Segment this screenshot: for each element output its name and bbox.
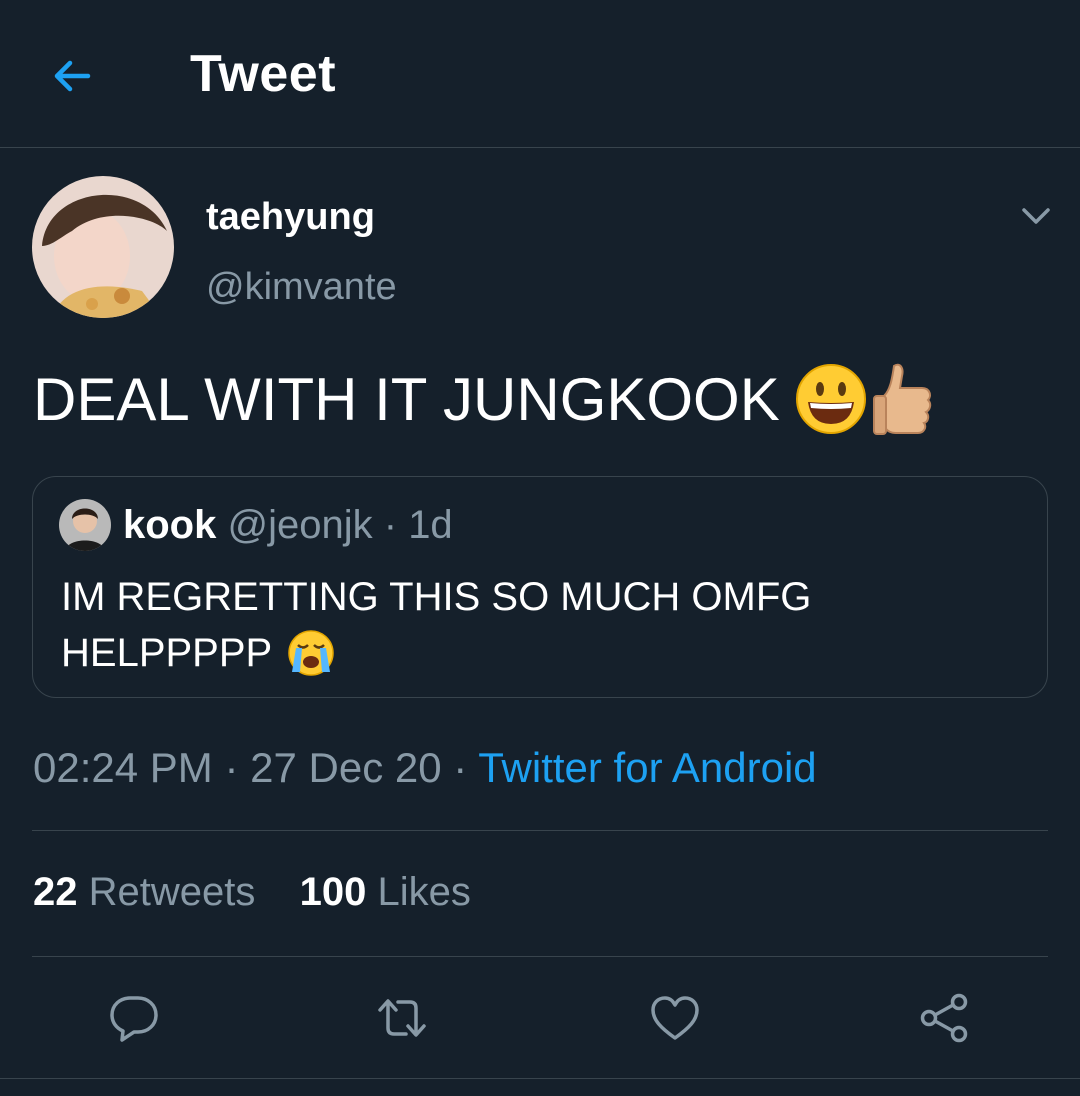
likes-stat[interactable]: 100 Likes	[300, 870, 471, 914]
retweet-icon[interactable]	[374, 990, 430, 1046]
quoted-author-handle: @jeonjk	[227, 503, 373, 547]
loudly-crying-face-emoji	[288, 630, 334, 676]
quoted-author-name: kook	[123, 503, 217, 547]
tweet-text: DEAL WITH IT JUNGKOOK	[33, 360, 936, 438]
likes-count: 100	[299, 870, 367, 914]
quoted-tweet-header: kook @jeonjk · 1d	[123, 503, 453, 548]
like-icon[interactable]	[647, 990, 703, 1046]
author-handle[interactable]: @kimvante	[206, 266, 397, 309]
tweet-date: 27 Dec 20	[250, 744, 442, 791]
quoted-text-line-2: HELPPPPP	[61, 631, 273, 675]
grinning-face-emoji	[795, 364, 866, 434]
retweets-stat[interactable]: 22 Retweets	[33, 870, 267, 914]
tweet-stats: 22 Retweets 100 Likes	[33, 870, 471, 915]
author-display-name[interactable]: taehyung	[206, 196, 375, 239]
quoted-text-line-2-row: HELPPPPP	[61, 625, 1021, 681]
retweets-label: Retweets	[88, 870, 256, 914]
divider	[32, 956, 1048, 957]
page-title: Tweet	[190, 45, 337, 103]
quoted-author-avatar	[59, 499, 111, 551]
arrow-left-icon[interactable]	[48, 52, 96, 100]
quoted-text-line-1: IM REGRETTING THIS SO MUCH OMFG	[61, 575, 812, 619]
tweet-text-content: DEAL WITH IT JUNGKOOK	[33, 365, 780, 433]
avatar-photo	[59, 499, 111, 551]
tweet-time: 02:24 PM	[33, 744, 213, 791]
top-app-bar: Tweet	[0, 0, 1080, 148]
tweet-meta: 02:24 PM · 27 Dec 20 · Twitter for Andro…	[33, 744, 817, 792]
thumbs-up-emoji	[872, 363, 931, 435]
retweets-count: 22	[33, 870, 78, 914]
meta-separator: ·	[224, 744, 239, 791]
divider	[0, 1078, 1080, 1079]
divider	[32, 830, 1048, 831]
chevron-down-icon[interactable]	[1016, 196, 1056, 236]
quoted-separator: ·	[383, 503, 398, 547]
quoted-time-ago: 1d	[408, 503, 453, 547]
quoted-tweet-text: IM REGRETTING THIS SO MUCH OMFG HELPPPPP	[61, 569, 1021, 681]
quoted-tweet-card[interactable]: kook @jeonjk · 1d IM REGRETTING THIS SO …	[32, 476, 1048, 698]
tweet-source-link[interactable]: Twitter for Android	[478, 744, 816, 791]
avatar-photo	[32, 176, 174, 318]
likes-label: Likes	[377, 870, 471, 914]
reply-icon[interactable]	[106, 990, 162, 1046]
share-icon[interactable]	[917, 990, 973, 1046]
meta-separator: ·	[453, 744, 468, 791]
author-avatar[interactable]	[32, 176, 174, 318]
